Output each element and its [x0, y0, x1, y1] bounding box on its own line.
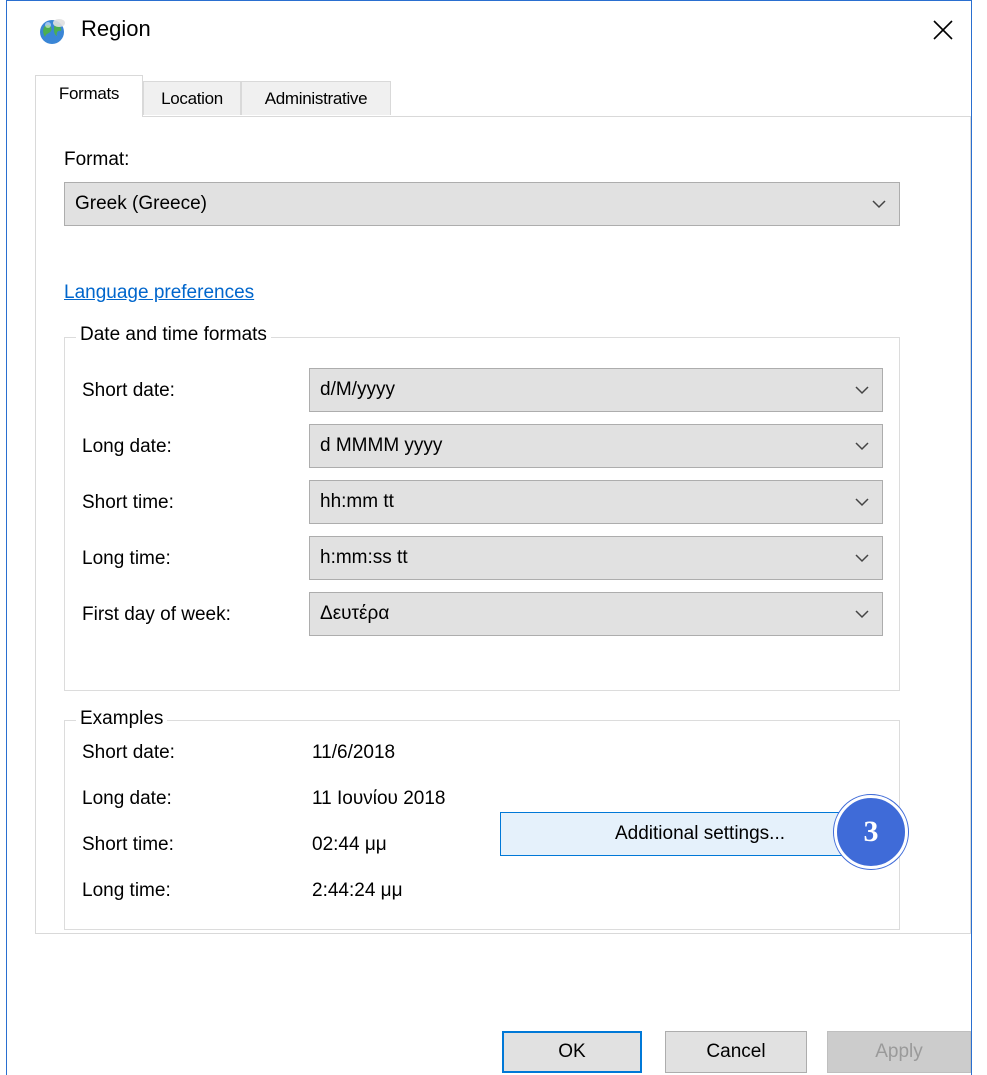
examples-title: Examples	[76, 708, 168, 730]
example-long-time-label: Long time:	[82, 880, 171, 901]
short-date-select-value: d/M/yyyy	[320, 379, 395, 400]
long-date-select[interactable]: d MMMM yyyy	[309, 424, 883, 468]
short-date-label: Short date:	[82, 380, 175, 401]
chevron-down-icon	[855, 442, 869, 451]
chevron-down-icon	[872, 200, 886, 209]
step-badge: 3	[834, 795, 908, 869]
format-select-value: Greek (Greece)	[75, 193, 207, 214]
chevron-down-icon	[855, 498, 869, 507]
first-day-of-week-select[interactable]: Δευτέρα	[309, 592, 883, 636]
chevron-down-icon	[855, 610, 869, 619]
close-icon	[933, 20, 953, 40]
format-select[interactable]: Greek (Greece)	[64, 182, 900, 226]
globe-icon	[37, 15, 69, 47]
language-preferences-link[interactable]: Language preferences	[64, 282, 254, 304]
long-date-label: Long date:	[82, 436, 172, 457]
example-short-date-value: 11/6/2018	[312, 742, 396, 763]
ok-button[interactable]: OK	[502, 1031, 642, 1073]
example-long-date-value: 11 Ιουνίου 2018	[312, 788, 446, 809]
short-time-label: Short time:	[82, 492, 174, 513]
first-day-of-week-select-value: Δευτέρα	[320, 603, 390, 624]
example-long-time-value: 2:44:24 μμ	[312, 880, 403, 901]
apply-button[interactable]: Apply	[827, 1031, 971, 1073]
chevron-down-icon	[855, 386, 869, 395]
short-time-select[interactable]: hh:mm tt	[309, 480, 883, 524]
region-dialog: Region Formats Location Administrative F…	[6, 0, 972, 1075]
tab-formats[interactable]: Formats	[35, 75, 143, 117]
long-time-select[interactable]: h:mm:ss tt	[309, 536, 883, 580]
example-short-date-label: Short date:	[82, 742, 175, 763]
example-long-date-label: Long date:	[82, 788, 172, 809]
short-date-select[interactable]: d/M/yyyy	[309, 368, 883, 412]
short-time-select-value: hh:mm tt	[320, 491, 394, 512]
long-time-label: Long time:	[82, 548, 171, 569]
first-day-of-week-label: First day of week:	[82, 604, 231, 625]
chevron-down-icon	[855, 554, 869, 563]
long-time-select-value: h:mm:ss tt	[320, 547, 408, 568]
close-button[interactable]	[915, 1, 971, 59]
tab-administrative[interactable]: Administrative	[241, 81, 391, 115]
long-date-select-value: d MMMM yyyy	[320, 435, 443, 456]
window-title: Region	[81, 16, 151, 41]
title-bar: Region	[7, 1, 971, 59]
tab-location[interactable]: Location	[143, 81, 241, 115]
example-short-time-value: 02:44 μμ	[312, 834, 387, 855]
cancel-button[interactable]: Cancel	[665, 1031, 807, 1073]
date-time-formats-title: Date and time formats	[76, 324, 271, 346]
format-label: Format:	[64, 149, 130, 170]
example-short-time-label: Short time:	[82, 834, 174, 855]
